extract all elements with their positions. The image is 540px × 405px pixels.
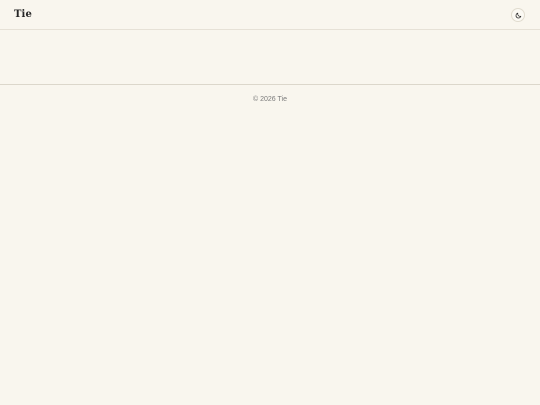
site-footer: © 2026 Tie bbox=[0, 84, 540, 114]
main-content bbox=[0, 30, 540, 84]
theme-toggle-button[interactable] bbox=[511, 8, 525, 22]
site-header: Tie bbox=[0, 0, 540, 30]
moon-icon bbox=[515, 12, 521, 18]
brand-logo[interactable]: Tie bbox=[14, 7, 32, 23]
copyright-text: © 2026 Tie bbox=[253, 96, 287, 103]
